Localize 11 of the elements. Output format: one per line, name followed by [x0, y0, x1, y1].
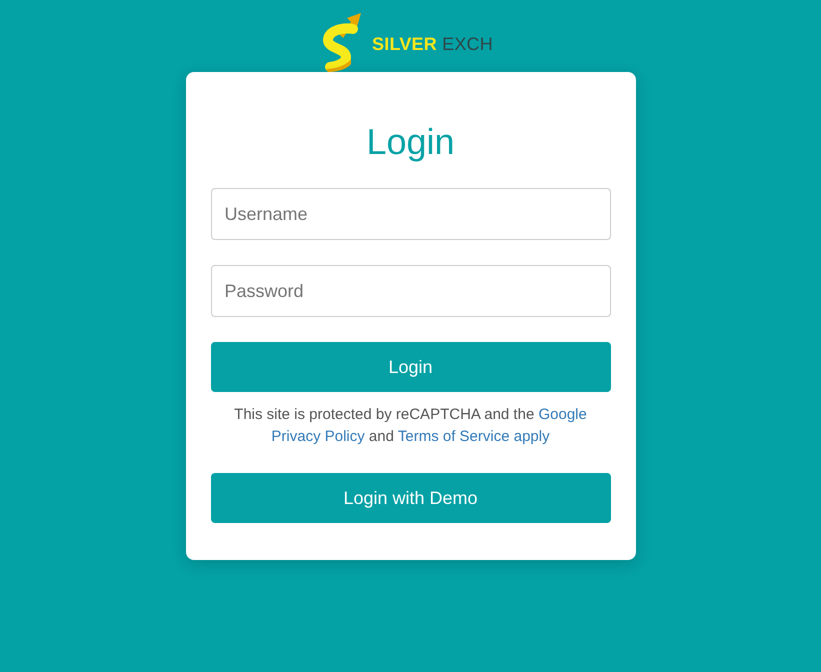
input-field[interactable]: Password [210, 265, 610, 317]
link[interactable]: Google [538, 406, 587, 423]
login-button[interactable]: Login [210, 342, 610, 392]
brand-name: SILVER EXCH [372, 35, 493, 53]
link[interactable]: Privacy Policy [271, 428, 365, 445]
demo-login-button[interactable]: Login with Demo [210, 473, 610, 523]
login-title: Login [365, 120, 456, 164]
input-field[interactable]: Username [210, 188, 610, 240]
link[interactable]: Terms of Service apply [398, 428, 550, 445]
recaptcha-notice: This site is protected by reCAPTCHA and the Google Privacy Policy and Terms of Service apply [233, 405, 588, 447]
logo-icon [322, 12, 362, 72]
